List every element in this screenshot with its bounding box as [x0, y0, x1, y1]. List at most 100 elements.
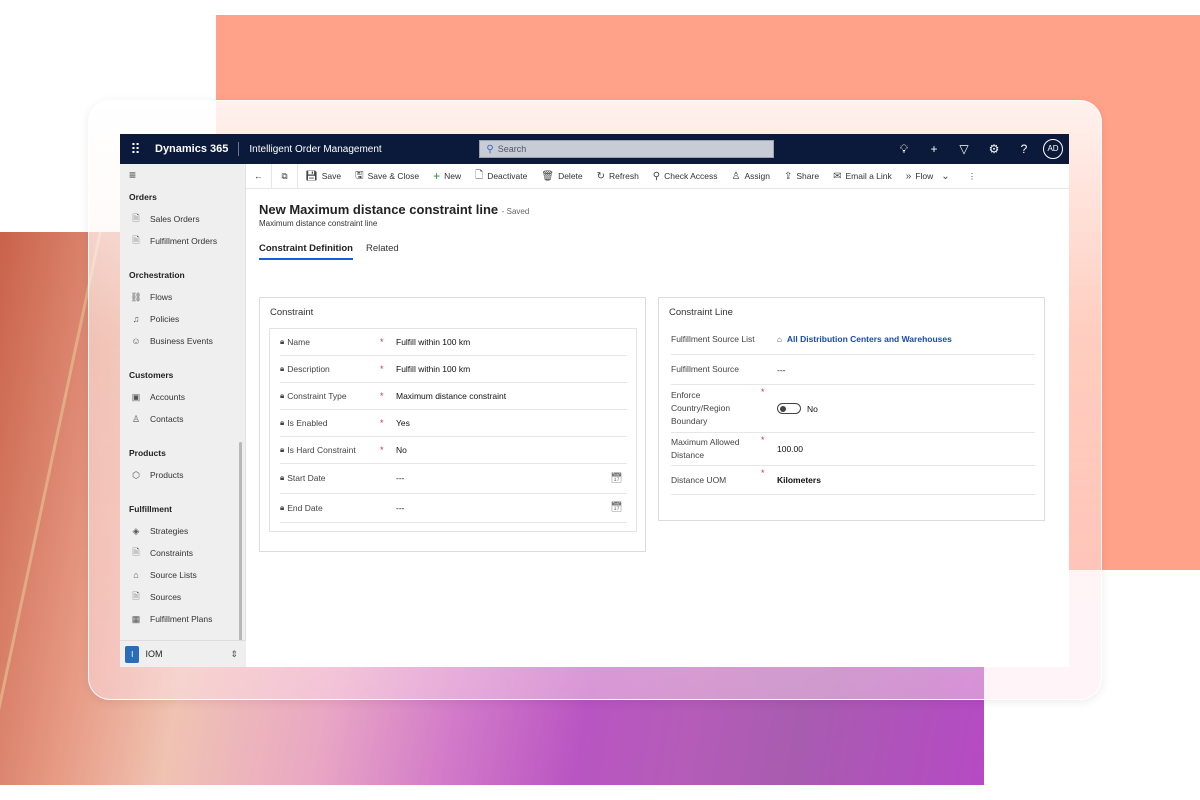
- lock-icon: 🔒︎: [280, 418, 285, 427]
- sidebar-item-label: Accounts: [150, 392, 185, 402]
- lightbulb-icon[interactable]: 💡︎: [889, 142, 919, 157]
- up-down-chevron-icon: ⇕: [230, 648, 238, 659]
- source-list-link[interactable]: ⌂ All Distribution Centers and Warehouses: [777, 334, 1035, 344]
- section-title: Constraint: [270, 307, 314, 318]
- command-bar: ← ⧉ 💾︎ Save 🖫 Save & Close + New 🗋 Deactivat…: [246, 163, 1069, 189]
- filter-icon[interactable]: ▽: [949, 142, 979, 156]
- sidebar-item-label: Flows: [150, 292, 173, 302]
- new-window-icon: ⧉: [281, 170, 288, 181]
- save-close-button[interactable]: 🖫 Save & Close: [348, 164, 426, 189]
- field-row-fulfillment-source-list[interactable]: Fulfillment Source List ⌂ All Distributio…: [671, 324, 1035, 355]
- field-row-fulfillment-source[interactable]: Fulfillment Source ---: [671, 355, 1035, 385]
- chevron-down-icon: ⌄: [941, 170, 950, 182]
- field-row-start-date[interactable]: 🔒︎ Start Date --- 📅︎: [280, 464, 627, 494]
- sidebar-item-accounts[interactable]: ▣ Accounts: [120, 386, 245, 408]
- lock-icon: 🔒︎: [280, 337, 285, 346]
- required-indicator: *: [761, 435, 765, 445]
- back-button[interactable]: ←: [246, 163, 272, 189]
- gear-icon[interactable]: ⚙: [979, 142, 1009, 156]
- save-icon: 💾︎: [305, 170, 318, 182]
- field-label: Is Hard Constraint: [287, 445, 356, 455]
- brand-title[interactable]: Dynamics 365: [150, 142, 240, 156]
- sidebar-item-policies[interactable]: ♫ Policies: [120, 308, 245, 330]
- search-input[interactable]: ⚲ Search: [479, 140, 775, 158]
- flow-button[interactable]: » Flow ⌄: [899, 164, 961, 189]
- sidebar-item-constraints[interactable]: 🗎 Constraints: [120, 542, 245, 564]
- refresh-button[interactable]: ↻ Refresh: [590, 164, 646, 189]
- assign-button[interactable]: ♙ Assign: [725, 164, 777, 189]
- more-commands-button[interactable]: ⋮: [961, 164, 984, 189]
- app-launcher-icon[interactable]: ⠿: [120, 141, 150, 158]
- calendar-icon[interactable]: 📅︎: [610, 502, 623, 513]
- strategy-icon: ◈: [132, 525, 140, 536]
- sidebar-item-business-events[interactable]: ☺ Business Events: [120, 330, 245, 352]
- open-new-window-button[interactable]: ⧉: [272, 163, 298, 189]
- required-indicator: *: [380, 391, 384, 401]
- new-button[interactable]: + New: [426, 164, 468, 189]
- plus-icon[interactable]: +: [919, 142, 949, 156]
- field-value: All Distribution Centers and Warehouses: [786, 334, 952, 344]
- hamburger-menu-icon[interactable]: ≡: [120, 164, 245, 186]
- field-row-name[interactable]: 🔒︎ Name * Fulfill within 100 km: [280, 329, 627, 356]
- save-button[interactable]: 💾︎ Save: [298, 164, 348, 189]
- document-icon: 🗎: [132, 213, 140, 223]
- field-row-description[interactable]: 🔒︎ Description * Fulfill within 100 km: [280, 356, 627, 383]
- sidebar-item-products[interactable]: ⬡ Products: [120, 464, 245, 486]
- email-icon: ✉: [833, 170, 842, 182]
- more-vertical-icon: ⋮: [967, 170, 977, 181]
- plan-icon: ▦: [131, 613, 141, 624]
- event-icon: ☺: [131, 336, 141, 346]
- box-icon: ⬡: [132, 469, 140, 480]
- field-row-distance-uom[interactable]: Distance UOM * Kilometers: [671, 466, 1035, 495]
- field-row-is-hard-constraint[interactable]: 🔒︎ Is Hard Constraint * No: [280, 437, 627, 464]
- sidebar-item-flows[interactable]: ⛓ Flows: [120, 286, 245, 308]
- check-access-button[interactable]: ⚲ Check Access: [646, 164, 725, 189]
- field-row-constraint-type[interactable]: 🔒︎ Constraint Type * Maximum distance const…: [280, 383, 627, 410]
- sidebar-item-sources[interactable]: 🗎 Sources: [120, 586, 245, 608]
- sidebar-item-strategies[interactable]: ◈ Strategies: [120, 520, 245, 542]
- enforce-boundary-toggle[interactable]: [777, 403, 801, 414]
- field-row-end-date[interactable]: 🔒︎ End Date --- 📅︎: [280, 494, 627, 523]
- sidebar-group-fulfillment: Fulfillment: [129, 504, 172, 514]
- calendar-icon[interactable]: 📅︎: [610, 473, 623, 484]
- required-indicator: *: [380, 445, 384, 455]
- tab-constraint-definition[interactable]: Constraint Definition: [259, 243, 353, 260]
- sidebar-item-contacts[interactable]: ♙ Contacts: [120, 408, 245, 430]
- field-label: Start Date: [287, 473, 326, 484]
- field-row-enforce-boundary[interactable]: Enforce Country/Region Boundary * No: [671, 385, 1035, 433]
- share-label: Share: [796, 171, 820, 181]
- deactivate-button[interactable]: 🗋 Deactivate: [468, 164, 534, 189]
- delete-label: Delete: [558, 171, 583, 181]
- sidebar-item-label: Fulfillment Orders: [150, 236, 218, 246]
- search-placeholder: Search: [497, 144, 527, 154]
- share-button[interactable]: ⇪ Share: [777, 164, 826, 189]
- save-close-label: Save & Close: [367, 171, 420, 181]
- delete-button[interactable]: 🗑︎ Delete: [534, 164, 589, 189]
- field-value: No: [807, 403, 818, 414]
- check-access-label: Check Access: [664, 171, 718, 181]
- policy-icon: ♫: [132, 314, 140, 324]
- field-row-maximum-distance[interactable]: Maximum Allowed Distance * 100.00: [671, 433, 1035, 466]
- area-switcher[interactable]: I IOM ⇕: [120, 640, 246, 667]
- tab-related[interactable]: Related: [366, 243, 399, 260]
- plus-icon: +: [433, 169, 441, 183]
- lock-icon: 🔒︎: [280, 391, 285, 400]
- sidebar-item-sales-orders[interactable]: 🗎 Sales Orders: [120, 208, 245, 230]
- field-row-is-enabled[interactable]: 🔒︎ Is Enabled * Yes: [280, 410, 627, 437]
- sidebar-item-fulfillment-plans[interactable]: ▦ Fulfillment Plans: [120, 608, 245, 630]
- help-icon[interactable]: ?: [1009, 142, 1039, 156]
- save-status: - Saved: [501, 207, 530, 216]
- avatar[interactable]: AD: [1043, 139, 1063, 159]
- sidebar-group-orders: Orders: [129, 192, 157, 202]
- sidebar-scrollbar[interactable]: [239, 442, 242, 667]
- email-link-button[interactable]: ✉ Email a Link: [826, 164, 899, 189]
- field-label: Name: [287, 337, 310, 347]
- constraint-fields: 🔒︎ Name * Fulfill within 100 km 🔒︎ Descripti…: [269, 328, 637, 532]
- field-value: Kilometers: [777, 475, 821, 485]
- sidebar-item-fulfillment-orders[interactable]: 🗎 Fulfillment Orders: [120, 230, 245, 252]
- app-name[interactable]: Intelligent Order Management: [239, 144, 479, 155]
- required-indicator: *: [380, 337, 384, 347]
- sidebar-item-label: Constraints: [150, 548, 193, 558]
- sidebar-item-source-lists[interactable]: ⌂ Source Lists: [120, 564, 245, 586]
- sidebar-item-label: Sources: [150, 592, 182, 602]
